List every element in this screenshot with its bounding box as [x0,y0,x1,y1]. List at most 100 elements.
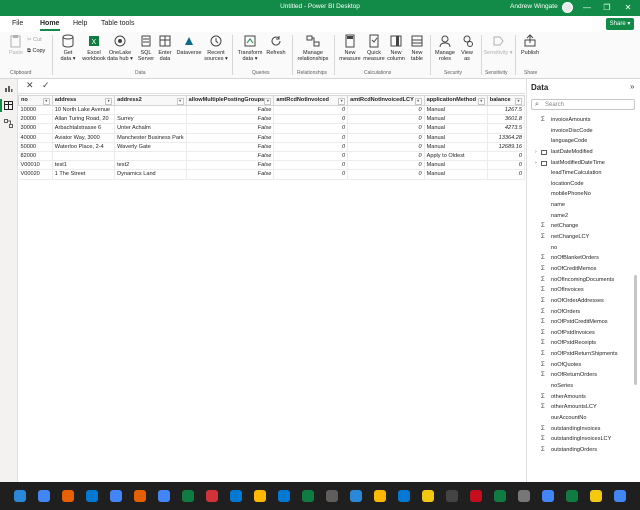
table-view-icon[interactable] [4,101,13,110]
recent-sources-button[interactable]: Recent sources ▾ [202,34,230,62]
field-item[interactable]: ΣnoOfBlanketOrders [527,253,635,264]
taskbar-app-icon[interactable] [494,490,506,502]
column-header-amt-rcd-not-invoiced[interactable]: amtRcdNotInvoiced ▾ [273,95,349,106]
field-item[interactable]: › lastModifiedDateTime [527,158,635,169]
table-row[interactable]: 30000 Arbachtalstrasse 6 Unter Achalm False… [18,123,525,134]
close-button[interactable]: ✕ [621,1,635,15]
maximize-button[interactable]: ❐ [600,1,614,15]
cut-button[interactable]: ✂ Cut [27,37,42,43]
cancel-formula-icon[interactable]: ✕ [26,80,34,91]
menu-file[interactable]: File [12,20,23,27]
transform-data-button[interactable]: Transform data ▾ [235,34,265,62]
taskbar-app-icon[interactable] [278,490,290,502]
field-item[interactable]: ΣnoOfPstdReceipts [527,338,635,349]
tab-home[interactable]: Home [40,20,59,27]
column-filter-icon[interactable]: ▾ [264,97,272,105]
copy-button[interactable]: ⧉ Copy [27,48,45,55]
field-item[interactable]: ourAccountNo [527,413,635,424]
publish-button[interactable]: Publish [517,34,543,56]
share-button[interactable]: Share ▾ [606,18,634,30]
taskbar-app-icon[interactable] [422,490,434,502]
taskbar-app-icon[interactable] [590,490,602,502]
taskbar-app-icon[interactable] [566,490,578,502]
report-view-icon[interactable] [4,84,13,93]
column-header-no[interactable]: no ▾ [18,95,53,106]
avatar[interactable] [562,2,573,13]
taskbar-app-icon[interactable] [446,490,458,502]
field-item[interactable]: ΣoutstandingInvoices [527,424,635,435]
field-item[interactable]: ΣotherAmountsLCY [527,402,635,413]
get-data-button[interactable]: Get data ▾ [55,34,81,62]
new-table-button[interactable]: New table [404,34,430,62]
table-row[interactable]: 50000 Waterloo Place, 2-4 Waverly Gate Fals… [18,142,525,152]
table-row[interactable]: V00020 1 The Street Dynamics Land False 0 0 Ma… [18,169,525,180]
taskbar-app-icon[interactable] [14,490,26,502]
scrollbar-thumb[interactable] [634,275,637,385]
taskbar-app-icon[interactable] [542,490,554,502]
field-item[interactable]: noSeries [527,381,635,392]
taskbar-app-icon[interactable] [62,490,74,502]
column-header-address[interactable]: address ▾ [51,95,116,106]
field-item[interactable]: ΣnoOfOrderAddresses [527,296,635,307]
field-item[interactable]: ΣnoOfOrders [527,307,635,318]
tab-table-tools[interactable]: Table tools [101,20,134,27]
field-item[interactable]: no [527,243,635,254]
taskbar-app-icon[interactable] [254,490,266,502]
field-item[interactable]: ΣnoOfQuotes [527,360,635,371]
excel-workbook-button[interactable]: X Excel workbook [81,34,107,62]
manage-relationships-button[interactable]: Manage relationships [296,34,330,62]
minimize-button[interactable]: — [580,1,594,15]
onelake-data-hub-button[interactable]: OneLake data hub ▾ [107,34,133,62]
taskbar-app-icon[interactable] [158,490,170,502]
collapse-pane-icon[interactable]: » [630,82,634,91]
field-item[interactable]: ΣnoOfPstdInvoices [527,328,635,339]
search-input[interactable]: ⌕ Search [531,99,635,110]
column-header-application-method[interactable]: applicationMethod ▾ [423,95,488,106]
field-item[interactable]: ΣnoOfPstdReturnShipments [527,349,635,360]
table-row[interactable]: 40000 Aviator Way, 3000 Manchester Busines… [18,133,525,143]
field-item[interactable]: ΣnoOfReturnOrders [527,370,635,381]
column-filter-icon[interactable]: ▾ [515,97,522,105]
column-header-address2[interactable]: address2 ▾ [114,95,187,106]
model-view-icon[interactable] [4,119,13,128]
data-pane-scrollbar[interactable] [634,95,638,482]
taskbar-app-icon[interactable] [518,490,530,502]
column-header-amt-rcd-not-invoiced-lcy[interactable]: amtRcdNotInvoicedLCY ▾ [347,95,425,106]
column-filter-icon[interactable]: ▾ [176,97,184,105]
taskbar-app-icon[interactable] [302,490,314,502]
column-filter-icon[interactable]: ▾ [42,97,50,105]
commit-formula-icon[interactable]: ✓ [42,80,50,91]
taskbar-app-icon[interactable] [326,490,338,502]
view-as-button[interactable]: View as [454,34,480,62]
field-item[interactable]: ΣnoOfInvoices [527,285,635,296]
field-item[interactable]: ΣoutstandingInvoicesLCY [527,434,635,445]
field-item[interactable]: locationCode [527,179,635,190]
field-item[interactable]: invoiceDiscCode [527,126,635,137]
taskbar-app-icon[interactable] [110,490,122,502]
field-item[interactable]: ΣinvoiceAmounts [527,115,635,126]
column-header-allow-multiple-posting-groups[interactable]: allowMultiplePostingGroups ▾ [185,95,275,106]
column-filter-icon[interactable]: ▾ [414,97,422,105]
table-row[interactable]: 10000 10 North Lake Avenue False 0 0 Manual 12… [18,105,525,116]
column-filter-icon[interactable]: ▾ [477,97,485,105]
field-item[interactable]: leadTimeCalculation [527,168,635,179]
column-header-balance[interactable]: balance ▾ [486,95,525,106]
field-item[interactable]: ΣotherAmounts [527,392,635,403]
taskbar-app-icon[interactable] [206,490,218,502]
taskbar-app-icon[interactable] [230,490,242,502]
table-row[interactable]: 20000 Allan Turing Road, 20 Surrey False 0 0 M… [18,114,525,125]
field-item[interactable]: ΣnetChangeLCY [527,232,635,243]
table-row[interactable]: 82000 False 0 0 Apply to Oldest 0 [18,151,525,162]
field-item[interactable]: ΣoutstandingOrders [527,445,635,456]
field-item[interactable]: name2 [527,211,635,222]
dataverse-button[interactable]: Dataverse [174,34,204,56]
field-item[interactable]: name [527,200,635,211]
taskbar-app-icon[interactable] [398,490,410,502]
table-row[interactable]: V00010 test1 test2 False 0 0 Manual 0 [18,160,525,171]
field-item[interactable]: › lastDateModified [527,147,635,158]
field-item[interactable]: ΣnoOfCreditMemos [527,264,635,275]
field-item[interactable]: ΣnoOfPstdCreditMemos [527,317,635,328]
taskbar-app-icon[interactable] [182,490,194,502]
expand-chevron-icon[interactable]: › [535,158,537,169]
refresh-button[interactable]: Refresh [263,34,289,56]
